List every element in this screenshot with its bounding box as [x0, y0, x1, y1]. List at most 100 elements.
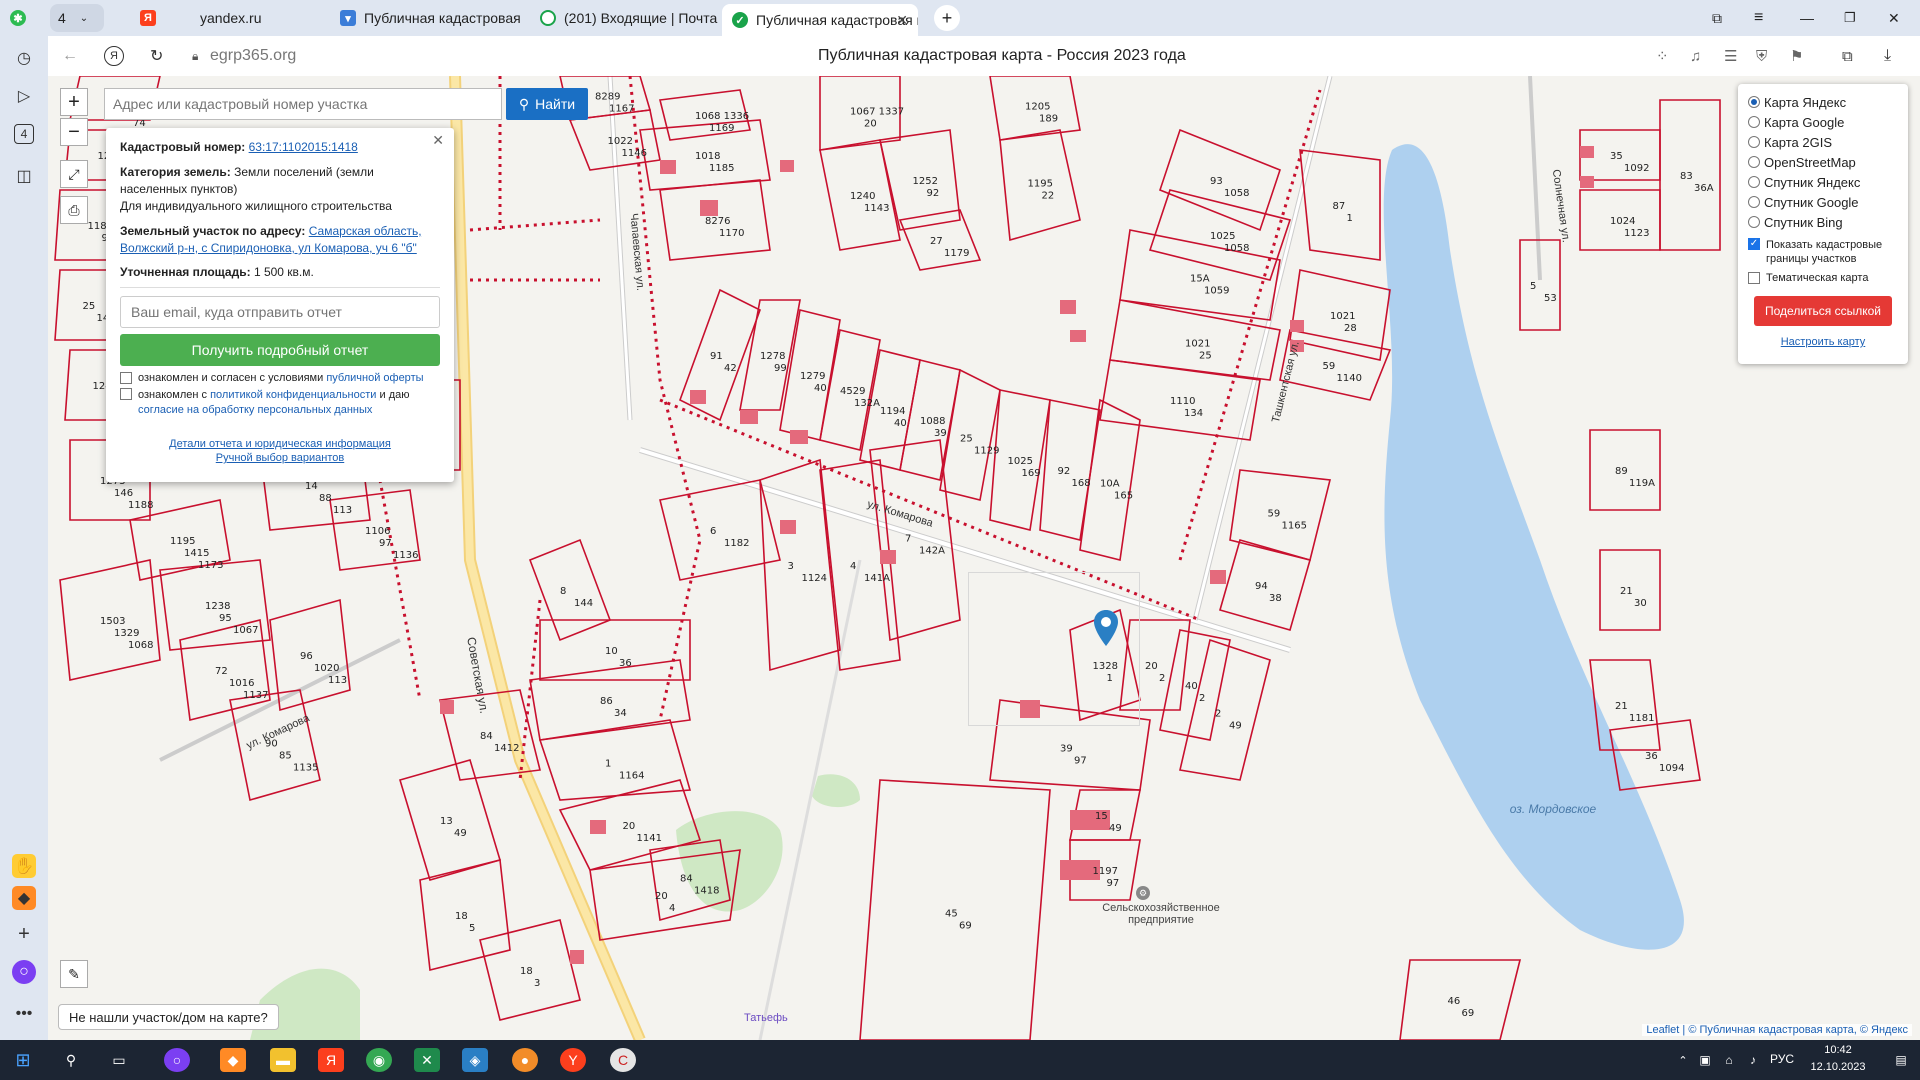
lock-icon[interactable]: 🔒︎: [192, 49, 198, 64]
bookmark-icon[interactable]: ⚑: [1790, 47, 1803, 65]
back-icon[interactable]: ←: [62, 47, 78, 65]
cadastral-number-link[interactable]: 63:17:1102015:1418: [249, 140, 358, 154]
clock-date[interactable]: 12.10.2023: [1800, 1061, 1876, 1073]
reload-icon[interactable]: ↻: [150, 46, 163, 66]
get-report-button[interactable]: Получить подробный отчет: [120, 334, 440, 366]
app-orange-icon[interactable]: ◆: [12, 886, 36, 910]
notifications-icon[interactable]: ▤: [1888, 1048, 1914, 1072]
offer-link[interactable]: публичной оферты: [326, 372, 423, 384]
layer-option[interactable]: Спутник Яндекс: [1748, 172, 1898, 192]
data-consent-link[interactable]: согласие на обработку персональных данны…: [138, 404, 372, 416]
url-text[interactable]: egrp365.org: [210, 47, 296, 65]
show-borders-checkbox[interactable]: ✓: [1748, 238, 1760, 250]
poi-icon[interactable]: ⚙: [1136, 886, 1150, 900]
minimize-icon[interactable]: —: [1800, 4, 1820, 32]
window-close-icon[interactable]: ✕: [1888, 4, 1908, 32]
search-button[interactable]: ⚲ Найти: [506, 88, 588, 120]
thematic-checkbox[interactable]: [1748, 272, 1760, 284]
headphones-icon[interactable]: ♫: [1690, 48, 1701, 65]
ruler-button[interactable]: ✎: [60, 960, 88, 988]
yandex-browser-icon[interactable]: Y: [560, 1048, 586, 1072]
layer-option[interactable]: Карта Яндекс: [1748, 92, 1898, 112]
hand-app-icon[interactable]: ✋: [12, 854, 36, 878]
not-found-help-button[interactable]: Не нашли участок/дом на карте?: [58, 1004, 279, 1030]
radio-button[interactable]: [1748, 156, 1760, 168]
menu-icon[interactable]: ≡: [1754, 4, 1774, 32]
app-blue-icon[interactable]: ◈: [462, 1048, 488, 1072]
app-ball-icon[interactable]: ●: [512, 1048, 538, 1072]
reader-icon[interactable]: ☰: [1724, 47, 1737, 65]
parcel-polygon[interactable]: [538, 719, 692, 801]
tab-cadastral-active[interactable]: ✓ Публичная кадастровая к ✕: [722, 4, 918, 36]
building: [700, 200, 718, 216]
folder-icon[interactable]: ▬: [270, 1048, 296, 1072]
parcel-polygon[interactable]: [869, 439, 961, 642]
tab-mail[interactable]: (201) Входящие | Почта | S: [530, 4, 720, 32]
close-popup-icon[interactable]: ✕: [432, 132, 444, 149]
new-tab-button[interactable]: +: [934, 5, 960, 31]
camera-icon[interactable]: ◫: [12, 164, 36, 188]
layer-option[interactable]: Спутник Google: [1748, 192, 1898, 212]
fullscreen-button[interactable]: ⤢: [60, 160, 88, 188]
clock-time[interactable]: 10:42: [1808, 1044, 1868, 1056]
tray-app-icon[interactable]: ▣: [1692, 1048, 1718, 1072]
network-icon[interactable]: ⌂: [1716, 1048, 1742, 1072]
email-input[interactable]: [120, 296, 440, 328]
history-icon[interactable]: ◷: [12, 46, 36, 70]
radio-button[interactable]: [1748, 116, 1760, 128]
offer-checkbox[interactable]: [120, 372, 132, 384]
collections-icon[interactable]: ⧉: [1842, 48, 1853, 65]
search-icon[interactable]: ⚲: [58, 1048, 84, 1072]
yandex-icon[interactable]: Я: [318, 1048, 344, 1072]
layer-option[interactable]: OpenStreetMap: [1748, 152, 1898, 172]
map-attribution[interactable]: Leaflet | © Публичная кадастровая карта,…: [1642, 1024, 1912, 1036]
radio-button[interactable]: [1748, 136, 1760, 148]
radio-button[interactable]: [1748, 196, 1760, 208]
excel-icon[interactable]: ✕: [414, 1048, 440, 1072]
windows-start-icon[interactable]: ⊞: [10, 1048, 36, 1072]
print-button[interactable]: ⎙: [60, 196, 88, 224]
grid-icon[interactable]: ⁘: [1656, 47, 1669, 65]
more-icon[interactable]: •••: [12, 1002, 36, 1026]
layer-option[interactable]: Карта Google: [1748, 112, 1898, 132]
alice-icon[interactable]: ○: [12, 960, 36, 984]
map-settings-link[interactable]: Настроить карту: [1781, 336, 1866, 348]
restore-icon[interactable]: ❐: [1844, 4, 1864, 32]
download-icon[interactable]: ⤓: [1884, 47, 1891, 65]
privacy-link[interactable]: политикой конфиденциальности: [210, 389, 376, 401]
add-panel-icon[interactable]: +: [12, 922, 36, 946]
privacy-checkbox[interactable]: [120, 388, 132, 400]
alice-icon[interactable]: ○: [164, 1048, 190, 1072]
radio-button[interactable]: [1748, 96, 1760, 108]
layer-option[interactable]: Спутник Bing: [1748, 212, 1898, 232]
volume-icon[interactable]: ♪: [1740, 1048, 1766, 1072]
language-indicator[interactable]: РУС: [1770, 1052, 1794, 1066]
protect-icon[interactable]: ⛨: [1756, 48, 1767, 65]
tab-yandex[interactable]: Я yandex.ru: [130, 4, 320, 32]
tab-cadastral-1[interactable]: ▾ Публичная кадастровая к: [330, 4, 520, 32]
details-link[interactable]: Детали отчета и юридическая информация: [169, 438, 391, 450]
share-link-button[interactable]: Поделиться ссылкой: [1754, 296, 1892, 326]
zoom-in-button[interactable]: +: [60, 88, 88, 116]
poi-label: Сельскохозяйственное предприятие: [1102, 902, 1220, 926]
manual-select-link[interactable]: Ручной выбор вариантов: [216, 452, 344, 464]
parcel-polygon[interactable]: [528, 538, 612, 642]
task-view-icon[interactable]: ▭: [106, 1048, 132, 1072]
play-icon[interactable]: ▷: [12, 84, 36, 108]
tab-group-counter[interactable]: 4 ⌄: [50, 4, 104, 32]
parcel-label: 1068 1336: [695, 111, 749, 122]
yandex-browser-logo[interactable]: ✱: [10, 4, 38, 32]
land-use-value: Для индивидуального жилищного строительс…: [120, 199, 392, 213]
app-orange-icon[interactable]: ◆: [220, 1048, 246, 1072]
yandex-logo-icon[interactable]: Я: [104, 46, 124, 66]
search-input[interactable]: [104, 88, 502, 120]
zoom-out-button[interactable]: −: [60, 118, 88, 146]
chrome-icon[interactable]: ◉: [366, 1048, 392, 1072]
layer-option[interactable]: Карта 2GIS: [1748, 132, 1898, 152]
close-tab-icon[interactable]: ✕: [896, 12, 908, 29]
app-c-icon[interactable]: C: [610, 1048, 636, 1072]
bookmarks-icon[interactable]: ⧉: [1712, 4, 1732, 32]
tabs-count-icon[interactable]: 4: [14, 124, 34, 144]
radio-button[interactable]: [1748, 216, 1760, 228]
radio-button[interactable]: [1748, 176, 1760, 188]
